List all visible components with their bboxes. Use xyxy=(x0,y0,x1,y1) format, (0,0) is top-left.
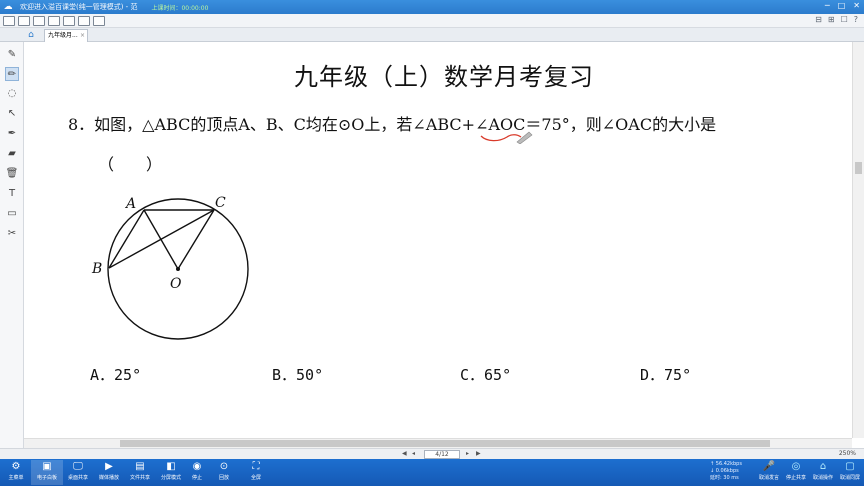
help-icon[interactable]: ? xyxy=(854,15,858,24)
tab-label: 九年级月... xyxy=(48,32,78,39)
main-menu-button[interactable]: ⚙ 主菜单 xyxy=(0,460,32,485)
upload-rate: ↑ 56.42kbps xyxy=(710,461,742,467)
close-button[interactable]: ✕ xyxy=(853,1,860,10)
file-icon: ▤ xyxy=(135,461,145,472)
play-icon: ▶ xyxy=(105,461,113,472)
text-icon[interactable]: T xyxy=(5,187,19,201)
last-page-button[interactable]: ▶ xyxy=(476,450,481,457)
next-page-button[interactable]: ▸ xyxy=(466,450,469,457)
screen-icon: ▢ xyxy=(845,461,855,472)
media-play-button[interactable]: ▶ 媒体播放 xyxy=(93,460,125,485)
open-folder-icon[interactable] xyxy=(18,15,30,26)
view-split-icon[interactable]: ⊟ xyxy=(815,15,822,24)
pointer-icon[interactable]: ↖ xyxy=(5,107,19,121)
window-title: 欢迎进入溢百课堂(纯一管理模式) - 范 xyxy=(20,3,138,11)
segment-ao xyxy=(143,209,179,270)
save-icon[interactable] xyxy=(33,15,45,26)
geometry-figure: A C B O xyxy=(91,195,249,340)
share-icon: ◎ xyxy=(791,461,801,472)
print-icon[interactable] xyxy=(48,15,60,26)
first-page-button[interactable]: ◀ xyxy=(402,450,407,457)
window-controls: ─ □ ✕ xyxy=(825,1,860,10)
stop-share-button[interactable]: ◎ 停止共享 xyxy=(783,460,809,485)
microphone-icon: 🎤 xyxy=(762,461,776,472)
scissors-icon[interactable]: ✂ xyxy=(5,227,19,241)
upload-icon[interactable] xyxy=(63,15,75,26)
file-share-button[interactable]: ▤ 文件共享 xyxy=(124,460,156,485)
color-pen-icon[interactable]: ✒ xyxy=(5,127,19,141)
replay-icon: ⊙ xyxy=(219,461,229,472)
document-tab-row: ⌂ 九年级月... × xyxy=(0,28,864,42)
question-text: 8．如图，△ABC的顶点A、B、C均在⊙O上，若∠ABC+∠AOC＝75°，则∠… xyxy=(68,115,717,134)
drawing-tools: ✎ ✏ ◌ ↖ ✒ ▰ 🗑 T ▭ ✂ xyxy=(0,42,24,458)
replay-button[interactable]: ⊙ 回放 xyxy=(208,460,240,485)
prev-page-button[interactable]: ◂ xyxy=(412,450,415,457)
quick-toolbar: ⊟ ⊞ ☐ ? xyxy=(0,14,864,28)
answer-blank: （ ） xyxy=(98,155,163,174)
desktop-share-button[interactable]: 🖵 桌面共享 xyxy=(62,460,94,485)
trash-icon[interactable]: 🗑 xyxy=(5,167,19,181)
cancel-speak-button[interactable]: 🎤 取消发言 xyxy=(756,460,782,485)
view-grid-icon[interactable]: ⊞ xyxy=(828,15,835,24)
app-window: ☁ 欢迎进入溢百课堂(纯一管理模式) - 范 上课时间：00:00:00 ─ □… xyxy=(0,0,864,486)
document-tab[interactable]: 九年级月... × xyxy=(44,29,88,42)
segment-co xyxy=(177,209,215,270)
title-bar: ☁ 欢迎进入溢百课堂(纯一管理模式) - 范 上课时间：00:00:00 ─ □… xyxy=(0,0,864,14)
center-point xyxy=(176,267,180,271)
app-logo-icon: ☁ xyxy=(3,2,13,12)
vertical-scrollbar[interactable] xyxy=(852,42,864,438)
cancel-operation-button[interactable]: ⌂ 取消操作 xyxy=(810,460,836,485)
page-title: 九年级（上）数学月考复习 xyxy=(294,63,594,91)
maximize-button[interactable]: □ xyxy=(838,1,846,10)
page-navigation: ◀ ◂ 4/12 ▸ ▶ 250% xyxy=(0,448,864,459)
view-single-icon[interactable]: ☐ xyxy=(841,15,848,24)
fullscreen-button[interactable]: ⛶ 全屏 xyxy=(240,460,272,485)
option-d: D．75° xyxy=(640,366,692,384)
cancel-sync-screen-button[interactable]: ▢ 取消同屏 xyxy=(837,460,863,485)
label-b: B xyxy=(91,261,102,277)
minimize-button[interactable]: ─ xyxy=(825,1,830,10)
whiteboard-button[interactable]: ▣ 电子白板 xyxy=(31,460,63,485)
bottom-taskbar: ⚙ 主菜单 ▣ 电子白板 🖵 桌面共享 ▶ 媒体播放 ▤ 文件共享 ◧ 分屏模式… xyxy=(0,459,864,486)
label-o: O xyxy=(170,276,182,292)
option-a: A．25° xyxy=(90,366,142,384)
image-icon[interactable]: ▭ xyxy=(5,207,19,221)
tab-close-icon[interactable]: × xyxy=(80,30,85,42)
label-a: A xyxy=(124,196,136,212)
label-c: C xyxy=(215,195,226,211)
monitor-icon: 🖵 xyxy=(73,461,83,472)
pen-cursor-icon xyxy=(516,131,533,144)
vertical-scroll-thumb[interactable] xyxy=(855,162,862,174)
zoom-level[interactable]: 250% xyxy=(839,450,856,457)
page-indicator[interactable]: 4/12 xyxy=(424,450,460,459)
answer-options: A．25° B．50° C．65° D．75° xyxy=(90,364,750,386)
eraser-icon[interactable]: ▰ xyxy=(5,147,19,161)
new-file-icon[interactable] xyxy=(3,15,15,26)
operation-icon: ⌂ xyxy=(819,461,827,472)
pen-icon[interactable]: ✎ xyxy=(5,48,19,62)
option-c: C．65° xyxy=(460,366,512,384)
gear-icon: ⚙ xyxy=(11,461,21,472)
class-status: 上课时间：00:00:00 xyxy=(151,4,209,12)
highlighter-icon[interactable]: ✏ xyxy=(5,67,19,81)
option-b: B．50° xyxy=(272,366,324,384)
settings-icon[interactable] xyxy=(93,15,105,26)
network-stats: ↑ 56.42kbps ↓ 0.06kbps 延时: 30 ms xyxy=(710,461,742,482)
font-icon[interactable] xyxy=(78,15,90,26)
fullscreen-icon: ⛶ xyxy=(252,461,260,472)
horizontal-scroll-thumb[interactable] xyxy=(120,440,770,447)
horizontal-scrollbar[interactable] xyxy=(24,438,852,448)
latency: 延时: 30 ms xyxy=(710,475,739,481)
download-rate: ↓ 0.06kbps xyxy=(710,468,739,474)
home-icon[interactable]: ⌂ xyxy=(24,29,38,41)
whiteboard-icon: ▣ xyxy=(42,461,52,472)
whiteboard-canvas[interactable]: 九年级（上）数学月考复习 8．如图，△ABC的顶点A、B、C均在⊙O上，若∠AB… xyxy=(24,42,852,438)
lasso-icon[interactable]: ◌ xyxy=(5,87,19,101)
ink-annotation xyxy=(480,131,533,144)
view-controls: ⊟ ⊞ ☐ ? xyxy=(815,15,858,24)
